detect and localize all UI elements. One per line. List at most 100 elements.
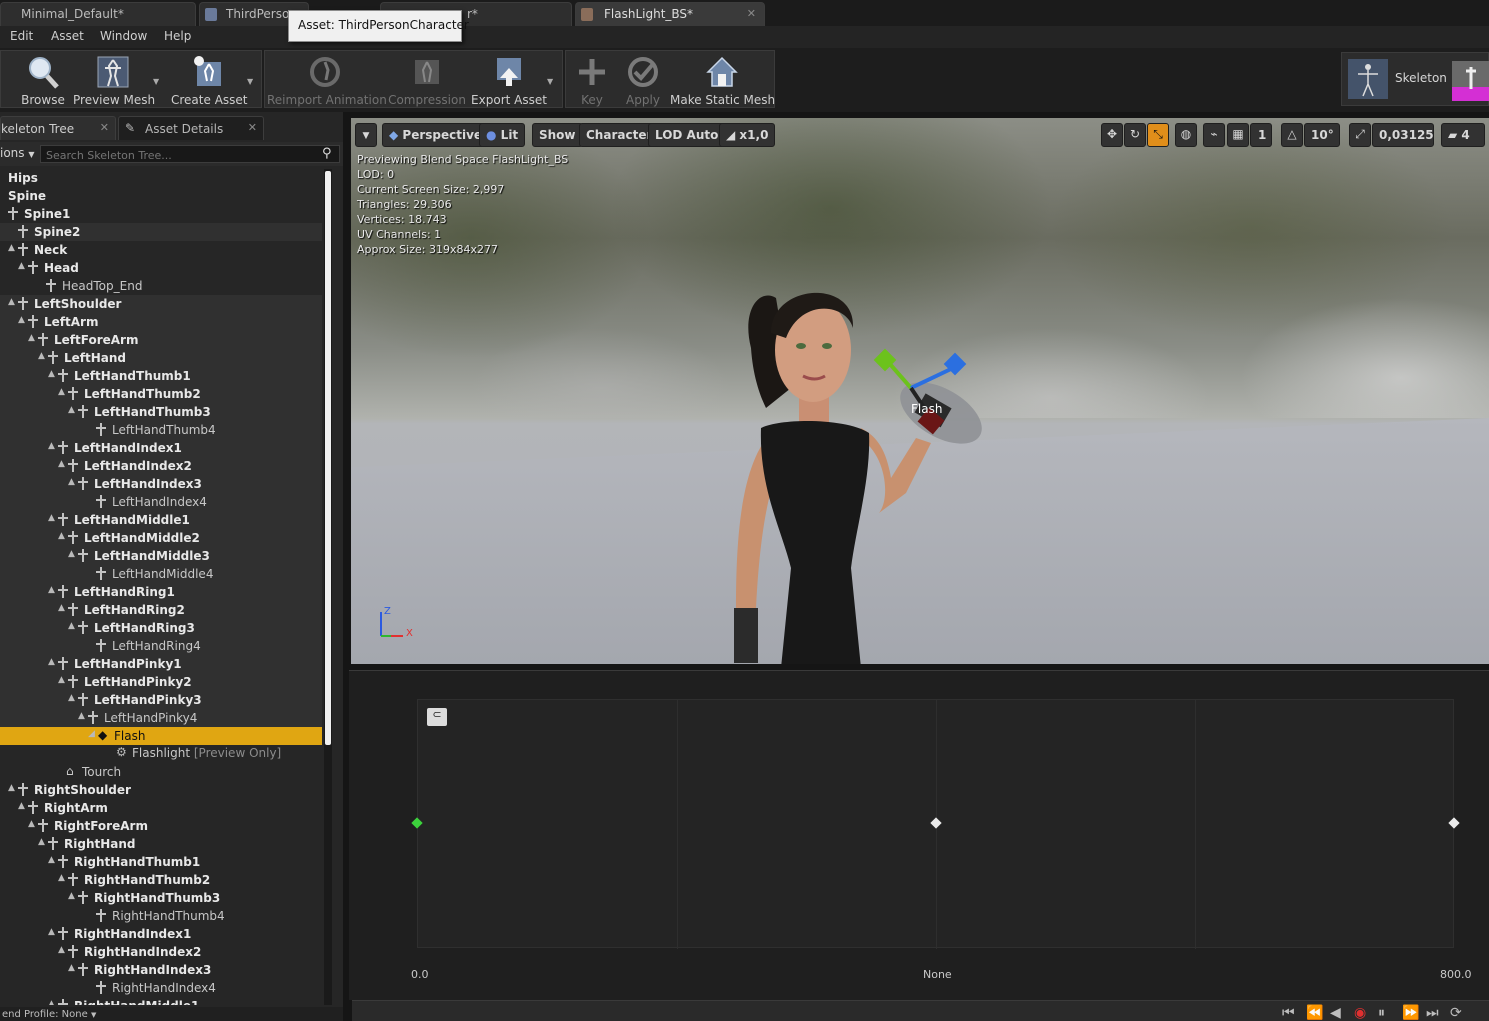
tree-row[interactable]: RightHandThumb4 [0, 907, 322, 925]
create-asset-button[interactable]: Create Asset [171, 51, 248, 109]
perspective-button[interactable]: ◆ Perspective [382, 123, 490, 147]
expander-arrow-icon[interactable]: ▲ [68, 693, 75, 703]
expander-arrow-icon[interactable]: ▲ [48, 657, 55, 667]
expander-arrow-icon[interactable]: ▲ [38, 351, 45, 361]
tree-row[interactable]: ▲ LeftHandMiddle1 [0, 511, 322, 529]
show-button[interactable]: Show [532, 123, 583, 147]
expander-arrow-icon[interactable]: ▲ [28, 819, 35, 829]
expander-arrow-icon[interactable]: ▲ [58, 873, 65, 883]
surface-snap-icon[interactable]: ⌁ [1203, 123, 1225, 147]
apply-button[interactable]: Apply [620, 51, 666, 109]
tree-row[interactable]: ⚙ Flashlight [Preview Only] [0, 744, 322, 762]
chevron-down-icon[interactable]: ▼ [153, 77, 159, 86]
grid-snap-icon[interactable]: ▦ [1227, 123, 1249, 147]
expander-arrow-icon[interactable]: ▲ [48, 441, 55, 451]
tree-row[interactable]: Spine2 [0, 223, 322, 241]
translate-icon[interactable]: ✥ [1101, 123, 1123, 147]
tree-row[interactable]: ▲ RightForeArm [0, 817, 322, 835]
tree-row[interactable]: Hips [0, 169, 322, 187]
tree-row[interactable]: ▲ LeftHandRing3 [0, 619, 322, 637]
tree-row[interactable]: ▲ LeftHandIndex2 [0, 457, 322, 475]
expander-arrow-icon[interactable]: ▲ [58, 675, 65, 685]
lit-button[interactable]: ● Lit [479, 123, 526, 147]
expander-arrow-icon[interactable]: ▲ [48, 999, 55, 1005]
expander-arrow-icon[interactable]: ◢ [88, 729, 95, 739]
expander-arrow-icon[interactable]: ▲ [8, 243, 15, 253]
tree-row[interactable]: ▲ LeftHandIndex1 [0, 439, 322, 457]
record-icon[interactable]: ◉ [1354, 1005, 1366, 1021]
rotation-snap-button[interactable]: 10° [1304, 123, 1340, 147]
tree-row[interactable]: Spine [0, 187, 322, 205]
tree-row[interactable]: LeftHandIndex4 [0, 493, 322, 511]
expander-arrow-icon[interactable]: ▲ [58, 459, 65, 469]
tree-row[interactable]: ▲ LeftHandThumb3 [0, 403, 322, 421]
tab-minimal-default[interactable]: Minimal_Default* [0, 2, 196, 26]
tree-row[interactable]: ▲ RightHandIndex3 [0, 961, 322, 979]
expander-arrow-icon[interactable]: ▲ [48, 369, 55, 379]
expander-arrow-icon[interactable]: ▲ [58, 531, 65, 541]
tree-row[interactable]: ▲ LeftArm [0, 313, 322, 331]
close-icon[interactable]: ✕ [747, 7, 756, 20]
expander-arrow-icon[interactable]: ▲ [48, 585, 55, 595]
tree-row[interactable]: ▲ LeftHand [0, 349, 322, 367]
tree-row[interactable]: RightHandIndex4 [0, 979, 322, 997]
tree-row[interactable]: ▲ LeftHandPinky3 [0, 691, 322, 709]
tree-row[interactable]: ▲ LeftHandMiddle2 [0, 529, 322, 547]
menu-edit[interactable]: Edit [10, 29, 33, 43]
skeleton-mode-button[interactable]: Skeleton [1341, 52, 1489, 106]
expander-arrow-icon[interactable]: ▲ [68, 891, 75, 901]
tree-row[interactable]: ▲ LeftHandThumb2 [0, 385, 322, 403]
close-icon[interactable]: ✕ [248, 121, 257, 134]
expander-arrow-icon[interactable]: ▲ [8, 783, 15, 793]
pause-icon[interactable]: ⏸ [1378, 1005, 1385, 1021]
expander-arrow-icon[interactable]: ▲ [58, 945, 65, 955]
tree-row[interactable]: ▲ LeftHandThumb1 [0, 367, 322, 385]
key-button[interactable]: Key [570, 51, 614, 109]
tab-asset-details[interactable]: ✎ Asset Details ✕ [118, 116, 264, 140]
chevron-down-icon[interactable]: ▼ [247, 77, 253, 86]
tree-row[interactable]: ▲ RightHand [0, 835, 322, 853]
tree-row[interactable]: ▲ RightHandIndex1 [0, 925, 322, 943]
scrollbar-thumb[interactable] [325, 171, 331, 745]
expander-arrow-icon[interactable]: ▲ [28, 333, 35, 343]
tab-skeleton-tree[interactable]: keleton Tree ✕ [0, 116, 116, 140]
expander-arrow-icon[interactable]: ▲ [68, 621, 75, 631]
tree-row[interactable]: ▲ LeftHandRing1 [0, 583, 322, 601]
preview-viewport[interactable]: ▼ ◆ Perspective ● Lit Show Character LOD… [351, 118, 1489, 664]
tree-row[interactable]: ▲ RightShoulder [0, 781, 322, 799]
expander-arrow-icon[interactable]: ▲ [78, 711, 85, 721]
viewport-options-button[interactable]: ▼ [355, 123, 377, 147]
grid-size-button[interactable]: 1 [1250, 123, 1272, 147]
tree-row[interactable]: ▲ LeftHandMiddle3 [0, 547, 322, 565]
tree-row[interactable]: LeftHandThumb4 [0, 421, 322, 439]
expander-arrow-icon[interactable]: ▲ [48, 855, 55, 865]
expander-arrow-icon[interactable]: ▲ [38, 837, 45, 847]
export-asset-button[interactable]: Export Asset [471, 51, 547, 109]
tree-row[interactable]: ▲ Neck [0, 241, 322, 259]
expander-arrow-icon[interactable]: ▲ [68, 549, 75, 559]
tree-row[interactable]: LeftHandMiddle4 [0, 565, 322, 583]
tree-row[interactable]: ▲ LeftHandPinky2 [0, 673, 322, 691]
play-reverse-icon[interactable]: ◀ [1330, 1005, 1341, 1021]
tree-row[interactable]: ▲ LeftHandRing2 [0, 601, 322, 619]
camera-speed-button[interactable]: ▰ 4 [1441, 123, 1485, 147]
tree-row[interactable]: ▲ RightHandThumb3 [0, 889, 322, 907]
loop-icon[interactable]: ⟳ [1450, 1005, 1462, 1021]
tree-row[interactable]: ▲ LeftHandIndex3 [0, 475, 322, 493]
tree-row[interactable]: ▲ LeftHandPinky4 [0, 709, 322, 727]
tree-row[interactable]: ◢ ◆ Flash [0, 727, 322, 745]
tree-row[interactable]: ▲ LeftHandPinky1 [0, 655, 322, 673]
tree-row[interactable]: ▲ RightArm [0, 799, 322, 817]
expander-arrow-icon[interactable]: ▲ [58, 603, 65, 613]
skip-to-start-icon[interactable]: ⏮ [1282, 1005, 1295, 1021]
expander-arrow-icon[interactable]: ▲ [68, 963, 75, 973]
step-back-icon[interactable]: ⏪ [1306, 1005, 1323, 1021]
tree-row[interactable]: ▲ RightHandThumb1 [0, 853, 322, 871]
playback-speed-button[interactable]: ◢ x1,0 [719, 123, 776, 147]
scale-icon[interactable]: ⤡ [1147, 123, 1169, 147]
rotation-snap-icon[interactable]: △ [1281, 123, 1303, 147]
scale-snap-icon[interactable]: ⤢ [1349, 123, 1371, 147]
triangulation-toggle-icon[interactable]: ⊂ [427, 708, 447, 726]
lod-button[interactable]: LOD Auto [648, 123, 726, 147]
make-static-mesh-button[interactable]: Make Static Mesh [670, 51, 775, 109]
